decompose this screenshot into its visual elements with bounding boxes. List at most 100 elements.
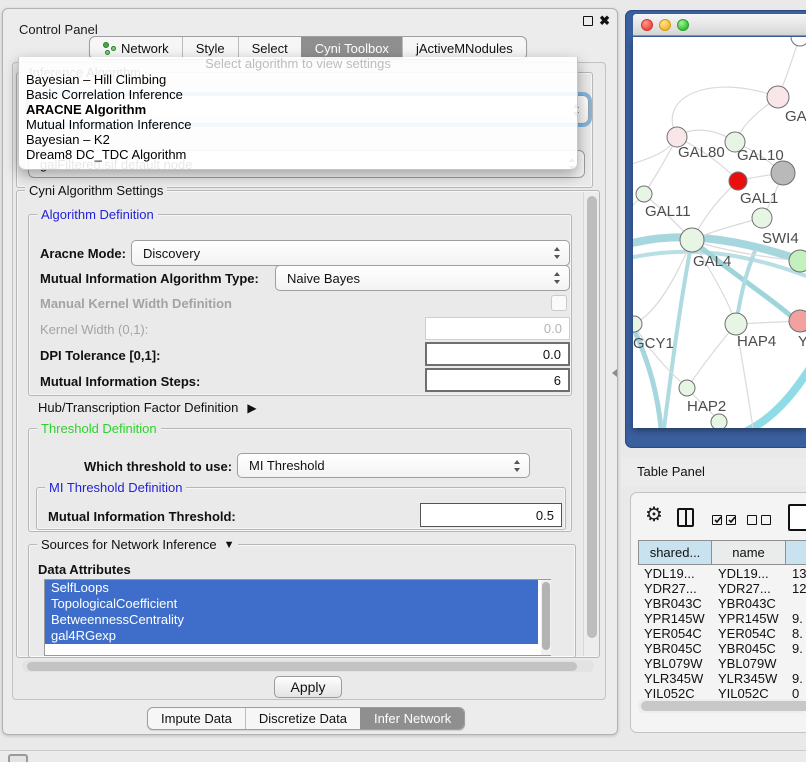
settings-horizontal-scrollbar[interactable] bbox=[22, 660, 594, 672]
table-row[interactable]: YPR145W YPR145W 9. bbox=[638, 611, 806, 626]
attributes-scrollbar-thumb[interactable] bbox=[542, 582, 550, 650]
close-icon[interactable]: ✖ bbox=[599, 13, 610, 29]
data-attributes-list[interactable]: SelfLoops TopologicalCoefficient Between… bbox=[44, 579, 551, 656]
aracne-mode-label: Aracne Mode: bbox=[40, 246, 126, 261]
checked-checkbox-icon[interactable] bbox=[712, 515, 722, 525]
node-label: GAL11 bbox=[645, 203, 691, 220]
panel-toggle-icon[interactable] bbox=[8, 754, 28, 762]
network-graph[interactable]: GAL GAL80 GAL10 GAL1 GAL11 SWI4 GAL4 GCY… bbox=[633, 37, 806, 428]
attribute-item[interactable]: gal4RGexp bbox=[45, 628, 538, 644]
unchecked-checkbox-icon[interactable] bbox=[761, 515, 771, 525]
attribute-item[interactable]: BetweennessCentrality bbox=[45, 612, 538, 628]
popup-item[interactable]: Bayesian – K2 bbox=[19, 132, 577, 147]
node-gal11[interactable] bbox=[636, 186, 652, 202]
table-body: YDL19... YDL19... 13 YDR27... YDR27... 1… bbox=[638, 566, 806, 700]
manual-kernel-checkbox[interactable] bbox=[551, 295, 567, 311]
table-row[interactable]: YBL079W YBL079W bbox=[638, 656, 806, 671]
unchecked-checkbox-icon[interactable] bbox=[747, 515, 757, 525]
network-window-titlebar[interactable] bbox=[633, 14, 806, 36]
table-hscrollbar-thumb[interactable] bbox=[641, 701, 806, 711]
node-partial-top[interactable] bbox=[791, 37, 806, 46]
checked-checkbox-icon[interactable] bbox=[726, 515, 736, 525]
aracne-mode-combo[interactable]: Discovery bbox=[131, 240, 570, 266]
settings-vertical-scrollbar[interactable] bbox=[583, 192, 599, 656]
dpi-tolerance-label: DPI Tolerance [0,1]: bbox=[40, 348, 160, 363]
close-traffic-light-icon[interactable] bbox=[641, 19, 653, 31]
apply-button-label: Apply bbox=[290, 679, 325, 695]
pane-splitter-icon[interactable] bbox=[612, 369, 617, 377]
settings-hscrollbar-thumb[interactable] bbox=[27, 662, 577, 671]
node-red[interactable] bbox=[729, 172, 747, 190]
cyni-algorithm-settings-label: Cyni Algorithm Settings bbox=[25, 183, 167, 198]
node-label: HAP4 bbox=[737, 333, 776, 350]
table-row[interactable]: YDL19... YDL19... 13 bbox=[638, 566, 806, 581]
which-threshold-combo[interactable]: MI Threshold bbox=[237, 453, 530, 478]
attributes-scrollbar[interactable] bbox=[541, 580, 551, 655]
column-header[interactable]: name bbox=[712, 540, 786, 565]
minimize-traffic-light-icon[interactable] bbox=[659, 19, 671, 31]
mi-threshold-value: 0.5 bbox=[536, 508, 554, 523]
node-label: HAP2 bbox=[687, 398, 726, 415]
popup-item[interactable]: Dream8 DC_TDC Algorithm bbox=[19, 147, 577, 162]
tab-discretize-data[interactable]: Discretize Data bbox=[245, 708, 360, 729]
node-gal4[interactable] bbox=[680, 228, 704, 252]
table-horizontal-scrollbar[interactable] bbox=[638, 699, 806, 713]
apply-button[interactable]: Apply bbox=[274, 676, 342, 698]
data-attributes-label: Data Attributes bbox=[38, 562, 131, 577]
mi-type-combo[interactable]: Naive Bayes bbox=[275, 265, 570, 291]
node-salmon[interactable] bbox=[789, 310, 806, 332]
manual-kernel-label: Manual Kernel Width Definition bbox=[40, 296, 232, 311]
tab-impute-data[interactable]: Impute Data bbox=[148, 708, 245, 729]
node-partial-bottom[interactable] bbox=[711, 414, 727, 428]
network-canvas[interactable]: GAL GAL80 GAL10 GAL1 GAL11 SWI4 GAL4 GCY… bbox=[633, 37, 806, 428]
sources-label: Sources for Network Inference bbox=[41, 537, 217, 552]
node-gcy1[interactable] bbox=[633, 316, 642, 332]
table-row[interactable]: YIL052C YIL052C 0 bbox=[638, 686, 806, 700]
node-gal1[interactable] bbox=[752, 208, 772, 228]
hub-definition-toggle[interactable]: Hub/Transcription Factor Definition ▶ bbox=[38, 400, 257, 415]
settings-scrollbar-thumb[interactable] bbox=[587, 196, 597, 638]
zoom-traffic-light-icon[interactable] bbox=[677, 19, 689, 31]
column-header[interactable]: shared... bbox=[638, 540, 712, 565]
node-label: GCY1 bbox=[633, 335, 674, 352]
node-hap2[interactable] bbox=[679, 380, 695, 396]
kernel-width-field[interactable]: 0.0 bbox=[425, 317, 570, 340]
popup-item[interactable]: Basic Correlation Inference bbox=[19, 87, 577, 102]
table-row[interactable]: YDR27... YDR27... 12 bbox=[638, 581, 806, 596]
status-strip bbox=[0, 750, 806, 762]
table-row[interactable]: YER054C YER054C 8. bbox=[638, 626, 806, 641]
mi-steps-field[interactable]: 6 bbox=[425, 368, 570, 392]
table-row[interactable]: YBR045C YBR045C 9. bbox=[638, 641, 806, 656]
popup-item-selected[interactable]: ARACNE Algorithm bbox=[19, 102, 577, 117]
tab-jactivemnodules[interactable]: jActiveMNodules bbox=[402, 37, 526, 59]
popup-item[interactable]: Bayesian – Hill Climbing bbox=[19, 72, 577, 87]
tab-network[interactable]: Network bbox=[90, 37, 182, 59]
aracne-mode-value: Discovery bbox=[143, 246, 200, 261]
node-hap4[interactable] bbox=[725, 313, 747, 335]
table-row[interactable]: YBR043C YBR043C bbox=[638, 596, 806, 611]
popup-item[interactable]: Mutual Information Inference bbox=[19, 117, 577, 132]
attribute-item[interactable]: SelfLoops bbox=[45, 580, 538, 596]
column-header[interactable]: A bbox=[786, 540, 806, 565]
sources-toggle[interactable]: Sources for Network Inference ▼ bbox=[37, 537, 238, 552]
threshold-definition-label: Threshold Definition bbox=[37, 421, 161, 436]
which-threshold-value: MI Threshold bbox=[249, 458, 325, 473]
attribute-item[interactable]: TopologicalCoefficient bbox=[45, 596, 538, 612]
document-icon[interactable] bbox=[788, 504, 806, 531]
table-row[interactable]: YLR345W YLR345W 9. bbox=[638, 671, 806, 686]
kernel-width-value: 0.0 bbox=[544, 321, 562, 336]
node-label: SWI4 bbox=[762, 230, 799, 247]
node-gal2[interactable] bbox=[767, 86, 789, 108]
columns-icon[interactable] bbox=[677, 508, 694, 527]
gear-icon[interactable]: ⚙ bbox=[645, 505, 663, 525]
mi-type-label: Mutual Information Algorithm Type: bbox=[40, 271, 259, 286]
restore-icon[interactable] bbox=[583, 16, 593, 26]
tab-network-label: Network bbox=[121, 41, 169, 56]
node-gray[interactable] bbox=[771, 161, 795, 185]
collapsed-arrow-icon: ▶ bbox=[247, 401, 256, 415]
node-swi4[interactable] bbox=[789, 250, 806, 272]
dpi-tolerance-field[interactable]: 0.0 bbox=[425, 342, 570, 366]
mi-steps-label: Mutual Information Steps: bbox=[40, 374, 200, 389]
tab-infer-network[interactable]: Infer Network bbox=[360, 708, 464, 729]
mi-threshold-field[interactable]: 0.5 bbox=[420, 503, 562, 527]
